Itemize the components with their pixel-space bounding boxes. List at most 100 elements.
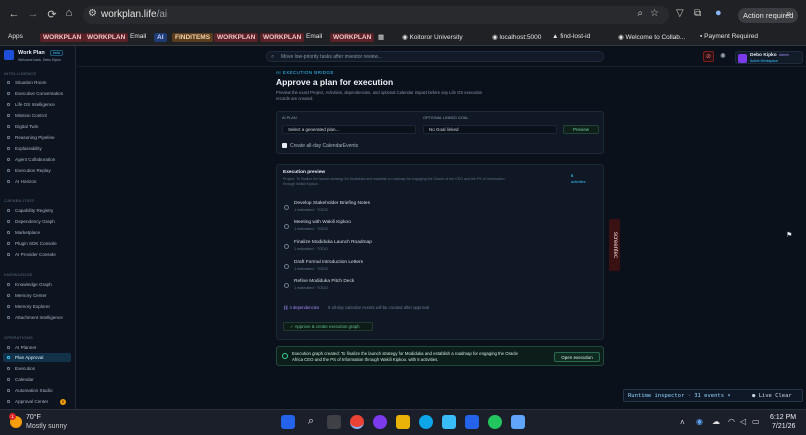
avatar bbox=[738, 54, 747, 63]
bookmark-localhost[interactable]: ◉ localhost:5000 bbox=[492, 33, 541, 41]
goal-select[interactable]: No Goal linked bbox=[423, 125, 557, 134]
sidebar-item-execution[interactable]: Execution bbox=[3, 364, 71, 373]
chrome-icon[interactable] bbox=[350, 415, 364, 429]
search-icon: ⌕ bbox=[271, 54, 275, 60]
search-icon[interactable]: ⌕ bbox=[304, 415, 318, 429]
open-execution-button[interactable]: Open execution bbox=[554, 352, 600, 362]
star-icon[interactable]: ☆ bbox=[650, 8, 659, 19]
sidebar-item-execution-replay[interactable]: Execution Replay bbox=[3, 166, 71, 175]
extension-icon[interactable]: ▽ bbox=[676, 8, 684, 19]
bookmark-workplan[interactable]: WORKPLAN bbox=[40, 33, 85, 42]
wifi-icon[interactable]: ◠ bbox=[728, 417, 735, 426]
user-menu[interactable]: Debo Kipko Admin Active Workspace bbox=[735, 51, 803, 64]
task-item[interactable]: Draft Formal Introduction Letters 1 estim… bbox=[284, 260, 584, 276]
bookmark-payment[interactable]: ▪ Payment Required bbox=[700, 33, 758, 40]
bookmark-email[interactable]: Email bbox=[130, 33, 146, 40]
sidebar-item-calendar[interactable]: Calendar bbox=[3, 375, 71, 384]
goal-label: OPTIONAL LINKED GOAL bbox=[423, 116, 469, 120]
sidebar-item-knowledge-graph[interactable]: Knowledge Graph bbox=[3, 280, 71, 289]
sidebar-item-situation-room[interactable]: Situation Room bbox=[3, 78, 71, 87]
menu-icon[interactable]: » bbox=[786, 8, 791, 18]
opera-icon[interactable] bbox=[373, 415, 387, 429]
runtime-inspector[interactable]: Runtime inspector · 31 events ▾ ● Live C… bbox=[623, 389, 803, 402]
bookmark-collab[interactable]: ◉ Welcome to Collab... bbox=[618, 33, 685, 41]
sidebar-item-automation-studio[interactable]: Automation Studio bbox=[3, 386, 71, 395]
sidebar-item-memory-center[interactable]: Memory Center bbox=[3, 291, 71, 300]
address-bar[interactable]: ⚙ workplan.life/ai ⌕ ☆ bbox=[83, 6, 669, 24]
cloud-icon[interactable]: ☁ bbox=[712, 417, 720, 426]
floating-icon[interactable]: ⚑ bbox=[786, 231, 792, 239]
sidebar-item-attachment-intelligence[interactable]: Attachment Intelligence bbox=[3, 313, 71, 322]
task-radio[interactable] bbox=[284, 283, 289, 288]
clock-date[interactable]: 7/21/26 bbox=[772, 423, 795, 430]
edge-icon[interactable] bbox=[419, 415, 433, 429]
vscode-icon[interactable] bbox=[465, 415, 479, 429]
whatsapp-icon[interactable] bbox=[488, 415, 502, 429]
sidebar-item-ai-provider[interactable]: AI Provider Console bbox=[3, 250, 71, 259]
home-button[interactable]: ⌂ bbox=[61, 7, 77, 19]
site-info-icon[interactable]: ⚙ bbox=[88, 8, 97, 19]
sidebar-item-ai-horizon[interactable]: AI Horizon bbox=[3, 177, 71, 186]
calendar-checkbox[interactable] bbox=[282, 143, 287, 148]
sidebar-item-approval-center[interactable]: Approval Center 8 bbox=[3, 397, 71, 406]
forward-button[interactable]: → bbox=[25, 8, 41, 20]
profile-icon[interactable]: ● bbox=[715, 7, 722, 19]
bookmark-koitoror[interactable]: ◉ Koitoror University bbox=[402, 33, 463, 41]
sidebar-item-ai-planner[interactable]: AI Planner bbox=[3, 343, 71, 352]
approve-button[interactable]: ✓ Approve & create execution graph bbox=[283, 322, 373, 331]
bookmark-workplan[interactable]: WORKPLAN bbox=[330, 33, 375, 42]
task-item[interactable]: Finalize Modiduka Launch Roadmap 1 estima… bbox=[284, 240, 584, 256]
volume-icon[interactable]: ◁ bbox=[740, 417, 746, 426]
zoom-icon[interactable]: ⌕ bbox=[637, 8, 643, 19]
command-input[interactable]: ⌕ Move low-priority tasks after investor… bbox=[266, 51, 604, 62]
bookmark-workplan[interactable]: WORKPLAN bbox=[260, 33, 305, 42]
reload-button[interactable]: ⟳ bbox=[44, 8, 60, 21]
sidebar-item-memory-explorer[interactable]: Memory Explorer bbox=[3, 302, 71, 311]
battery-icon[interactable]: ▭ bbox=[752, 417, 760, 426]
sidebar-item-marketplace[interactable]: Marketplace bbox=[3, 228, 71, 237]
bookmark-finditems[interactable]: FINDITEMS bbox=[172, 33, 214, 42]
alert-icon[interactable]: ⊘ bbox=[703, 51, 714, 62]
preview-button[interactable]: Preview bbox=[563, 125, 599, 134]
app-icon[interactable] bbox=[511, 415, 525, 429]
task-item[interactable]: Meeting with Wakili Kipkoo 1 estimated · … bbox=[284, 220, 584, 236]
sidebar-item-agent-collaboration[interactable]: Agent Collaboration bbox=[3, 155, 71, 164]
task-radio[interactable] bbox=[284, 264, 289, 269]
bookmark-workplan[interactable]: WORKPLAN bbox=[84, 33, 129, 42]
settings-icon[interactable]: ✺ bbox=[720, 52, 726, 60]
sidebar-item-mission-control[interactable]: Mission Control bbox=[3, 111, 71, 120]
sidebar-item-executive-conversation[interactable]: Executive Conversation bbox=[3, 89, 71, 98]
puzzle-icon[interactable]: ⧉ bbox=[694, 8, 701, 19]
sidebar-item-capability-registry[interactable]: Capability Registry bbox=[3, 206, 71, 215]
task-item[interactable]: Develop Stakeholder Briefing Notes 1 esti… bbox=[284, 201, 584, 217]
sidebar-item-explainability[interactable]: Explainability bbox=[3, 144, 71, 153]
photos-icon[interactable] bbox=[442, 415, 456, 429]
sidebar-item-life-os[interactable]: Life OS Intelligence bbox=[3, 100, 71, 109]
live-clear[interactable]: ● Live Clear bbox=[752, 393, 792, 399]
bookmark-email[interactable]: Email bbox=[306, 33, 322, 40]
task-radio[interactable] bbox=[284, 205, 289, 210]
task-radio[interactable] bbox=[284, 244, 289, 249]
sidebar-item-plan-approval[interactable]: Plan Approval bbox=[3, 353, 71, 362]
bookmark-ai[interactable]: AI bbox=[154, 33, 167, 42]
clock-time[interactable]: 6:12 PM bbox=[770, 414, 796, 421]
explorer-icon[interactable] bbox=[396, 415, 410, 429]
sidebar-item-reasoning-pipeline[interactable]: Reasoning Pipeline bbox=[3, 133, 71, 142]
taskview-icon[interactable] bbox=[327, 415, 341, 429]
bookmark-find-lost-id[interactable]: ▲ find-lost-id bbox=[552, 33, 590, 40]
start-icon[interactable] bbox=[281, 415, 295, 429]
page-desc: Preview the exact Project, Activities, d… bbox=[276, 90, 483, 95]
side-tab[interactable]: screentec bbox=[609, 219, 620, 271]
chevron-up-icon[interactable]: ˄ bbox=[680, 418, 685, 427]
task-item[interactable]: Refine Modiduka Pitch Deck 1 estimated · … bbox=[284, 279, 584, 295]
tray-app-icon[interactable]: ◉ bbox=[696, 417, 703, 426]
task-radio[interactable] bbox=[284, 224, 289, 229]
bookmark-workplan[interactable]: WORKPLAN bbox=[214, 33, 259, 42]
sidebar-item-plugin-sdk[interactable]: Plugin SDK Console bbox=[3, 239, 71, 248]
bookmark-apps[interactable]: Apps bbox=[8, 33, 23, 40]
grid-icon[interactable]: ▦ bbox=[378, 33, 384, 41]
sidebar-item-digital-twin[interactable]: Digital Twin bbox=[3, 122, 71, 131]
ai-plan-select[interactable]: Select a generated plan... bbox=[282, 125, 416, 134]
sidebar-item-dependency-graph[interactable]: Dependency Graph bbox=[3, 217, 71, 226]
back-button[interactable]: ← bbox=[6, 8, 22, 20]
